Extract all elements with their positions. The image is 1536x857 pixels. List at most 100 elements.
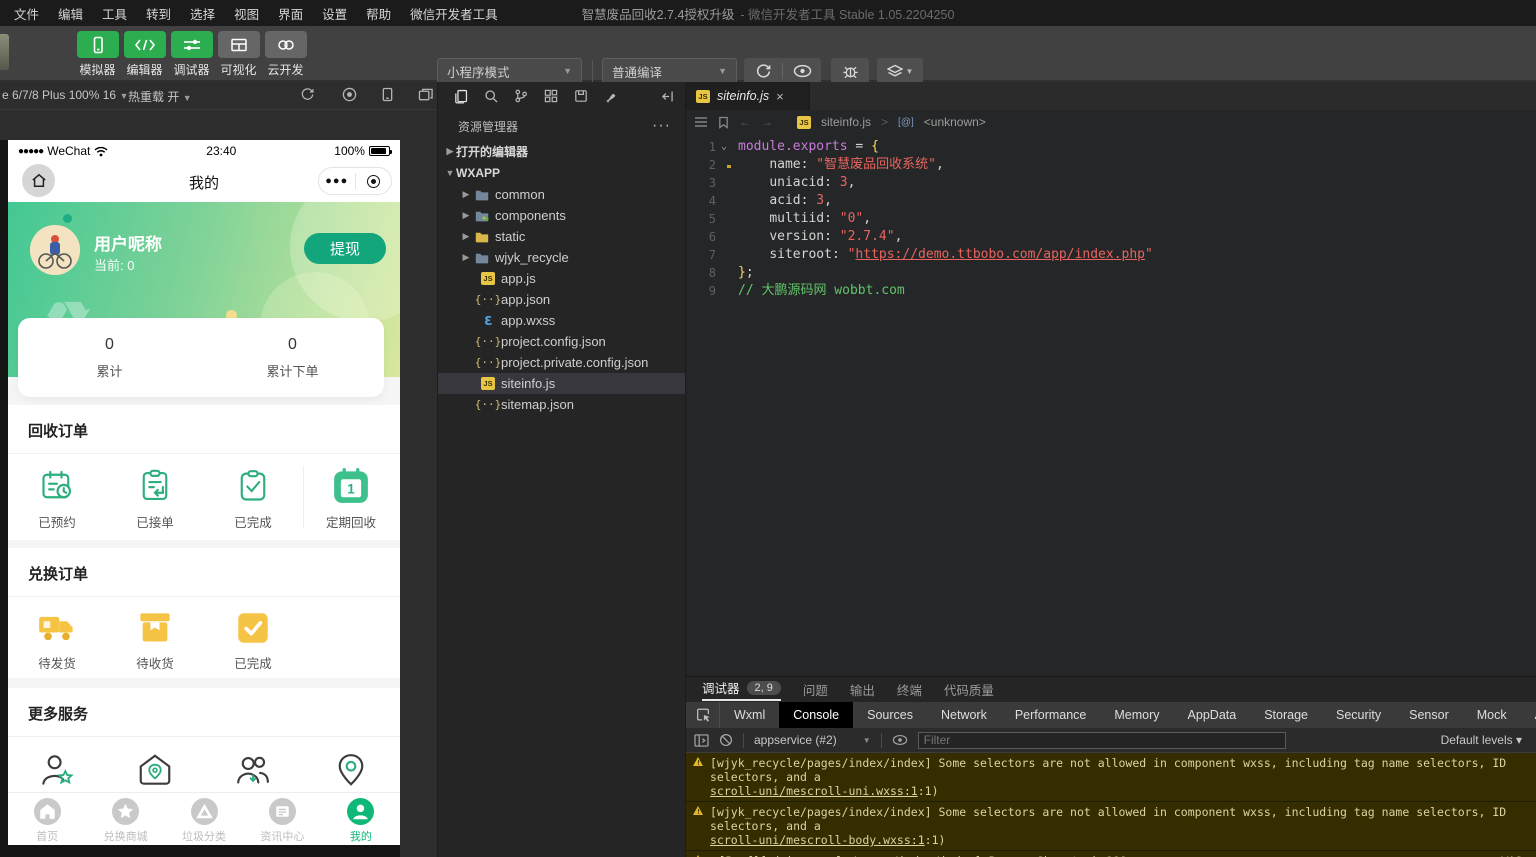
folder-common[interactable]: ▶ common (438, 184, 685, 205)
scheduled-recycle-item[interactable]: 1 定期回收 (302, 468, 400, 531)
file-app-js[interactable]: JS app.js (438, 268, 685, 289)
tab-problems[interactable]: 问题 (803, 680, 828, 699)
refresh-icon[interactable] (300, 87, 315, 102)
exchange-completed-item[interactable]: 已完成 (204, 611, 302, 672)
devtool-tab-memory[interactable]: Memory (1100, 702, 1173, 728)
close-tab-icon[interactable]: × (776, 89, 784, 104)
multi-window-icon[interactable] (418, 87, 434, 102)
folder-wjyk-recycle[interactable]: ▶ wjyk_recycle (438, 247, 685, 268)
devtool-tab-console[interactable]: Console (779, 702, 854, 728)
withdraw-button[interactable]: 提现 (304, 233, 386, 264)
devtool-tab-appdata[interactable]: AppData (1174, 702, 1251, 728)
menu-goto[interactable]: 转到 (146, 4, 171, 23)
devtool-tab-wxml[interactable]: Wxml (720, 702, 779, 728)
device-select[interactable]: e 6/7/8 Plus 100% 16 ▼ (2, 88, 128, 102)
forward-icon[interactable]: → (761, 115, 773, 129)
tab-output[interactable]: 输出 (850, 680, 875, 699)
order-reserved-item[interactable]: 已预约 (8, 468, 106, 531)
open-editors-section[interactable]: ▶ 打开的编辑器 (438, 140, 685, 162)
breadcrumb-symbol[interactable]: <unknown> (924, 115, 986, 129)
clear-console-icon[interactable] (719, 733, 733, 747)
visualizer-toggle-button[interactable]: 可视化 (215, 29, 262, 78)
console-filter-input[interactable] (917, 731, 1286, 749)
rotate-device-icon[interactable] (381, 87, 394, 102)
menu-view[interactable]: 视图 (234, 4, 259, 23)
debugger-toggle-button[interactable]: 调试器 (168, 29, 215, 78)
devtool-tab-performance[interactable]: Performance (1001, 702, 1101, 728)
service-location-item[interactable] (302, 751, 400, 789)
folder-components[interactable]: ▶ components (438, 205, 685, 226)
sidebar-toggle-icon[interactable] (694, 733, 709, 747)
devtool-tab-network[interactable]: Network (927, 702, 1001, 728)
remote-debug-button[interactable] (831, 58, 869, 84)
menu-interface[interactable]: 界面 (278, 4, 303, 23)
cloud-dev-button[interactable]: 云开发 (262, 29, 309, 78)
menu-select[interactable]: 选择 (190, 4, 215, 23)
wxapp-root-section[interactable]: ▼ WXAPP (438, 162, 685, 184)
menu-devtools[interactable]: 微信开发者工具 (410, 4, 498, 23)
collapse-panel-icon[interactable] (660, 89, 675, 104)
tab-siteinfo-js[interactable]: JS siteinfo.js × (686, 82, 810, 110)
tab-garbage-sorting[interactable]: 垃圾分类 (165, 793, 243, 845)
devtool-tab-audits[interactable]: Audits (1521, 702, 1536, 728)
devtool-tab-sources[interactable]: Sources (853, 702, 927, 728)
tab-exchange-mall[interactable]: 兑换商城 (86, 793, 164, 845)
order-accepted-item[interactable]: 已接单 (106, 468, 204, 531)
back-icon[interactable]: ← (739, 115, 751, 129)
log-levels-select[interactable]: Default levels ▾ (1441, 733, 1528, 747)
siteroot-url-link[interactable]: https://demo.ttbobo.com/app/index.php (855, 247, 1145, 262)
compile-mode-select[interactable]: 普通编译 ▼ (602, 58, 737, 84)
service-team-item[interactable] (204, 751, 302, 789)
bookmark-icon[interactable] (718, 116, 729, 129)
hot-reload-toggle[interactable]: 热重载 开 ▼ (128, 88, 192, 105)
inspect-element-icon[interactable] (686, 702, 720, 728)
breadcrumb-file[interactable]: siteinfo.js (821, 115, 871, 129)
explorer-more-button[interactable]: ··· (652, 117, 671, 135)
theme-icon[interactable] (603, 88, 619, 104)
file-project-config[interactable]: {··} project.config.json (438, 331, 685, 352)
home-button[interactable] (22, 164, 55, 197)
tab-news-center[interactable]: 资讯中心 (243, 793, 321, 845)
menu-settings[interactable]: 设置 (322, 4, 347, 23)
tab-mine[interactable]: 我的 (322, 793, 400, 845)
menu-file[interactable]: 文件 (14, 4, 39, 23)
service-member-item[interactable] (8, 751, 106, 789)
mode-select[interactable]: 小程序模式 ▼ (437, 58, 582, 84)
files-icon[interactable] (452, 88, 469, 105)
preview-button[interactable] (783, 58, 821, 84)
simulator-toggle-button[interactable]: 模拟器 (74, 29, 121, 78)
wxss-source-link[interactable]: scroll-uni/mescroll-uni.wxss:1 (710, 784, 918, 798)
wxss-source-link[interactable]: scroll-uni/mescroll-body.wxss:1 (710, 833, 925, 847)
file-sitemap-json[interactable]: {··} sitemap.json (438, 394, 685, 415)
search-icon[interactable] (483, 88, 499, 104)
menu-tools[interactable]: 工具 (102, 4, 127, 23)
devtool-tab-security[interactable]: Security (1322, 702, 1395, 728)
service-station-item[interactable] (106, 751, 204, 789)
devtool-tab-sensor[interactable]: Sensor (1395, 702, 1463, 728)
pending-receipt-item[interactable]: 待收货 (106, 611, 204, 672)
devtool-tab-storage[interactable]: Storage (1250, 702, 1322, 728)
storage-icon[interactable] (573, 88, 589, 104)
fold-chevron-icon[interactable]: ⌄ (716, 138, 732, 156)
tab-terminal[interactable]: 终端 (897, 680, 922, 699)
tab-code-quality[interactable]: 代码质量 (944, 680, 994, 699)
compile-button[interactable] (744, 58, 782, 84)
file-app-wxss[interactable]: 3 app.wxss (438, 310, 685, 331)
minimize-button[interactable] (356, 174, 392, 188)
context-select[interactable]: appservice (#2) ▼ (754, 733, 871, 747)
record-icon[interactable] (342, 87, 357, 102)
folder-static[interactable]: ▶ static (438, 226, 685, 247)
clear-cache-button[interactable]: ▼ (877, 58, 923, 84)
tab-home[interactable]: 首页 (8, 793, 86, 845)
more-menu-button[interactable]: ●●● (319, 175, 355, 187)
avatar[interactable] (30, 225, 80, 275)
tab-debugger[interactable]: 调试器 2, 9 (702, 678, 781, 701)
file-project-private-config[interactable]: {··} project.private.config.json (438, 352, 685, 373)
source-control-icon[interactable] (513, 88, 529, 104)
devtool-tab-mock[interactable]: Mock (1463, 702, 1521, 728)
order-completed-item[interactable]: 已完成 (204, 468, 302, 531)
user-avatar-sliver[interactable] (0, 34, 9, 70)
pending-shipment-item[interactable]: 待发货 (8, 611, 106, 672)
menu-edit[interactable]: 编辑 (58, 4, 83, 23)
eye-icon[interactable] (892, 734, 908, 746)
